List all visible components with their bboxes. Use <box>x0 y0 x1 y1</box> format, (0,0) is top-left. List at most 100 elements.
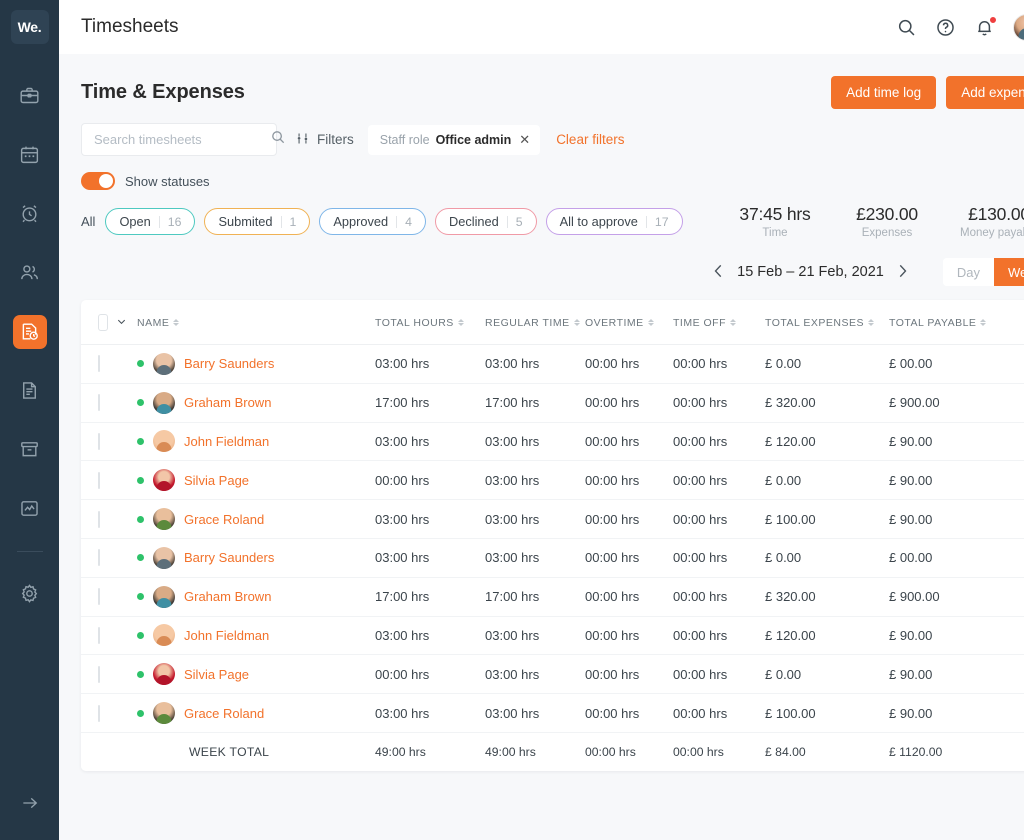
sidebar-item-time-tracking[interactable] <box>13 197 47 231</box>
search-icon[interactable] <box>896 17 917 38</box>
row-menu-icon[interactable]: ⋯ <box>1015 432 1024 447</box>
user-menu[interactable] <box>1013 14 1024 41</box>
sidebar-item-people[interactable] <box>13 256 47 290</box>
add-time-log-button[interactable]: Add time log <box>831 76 936 109</box>
row-menu-icon[interactable]: ⋯ <box>1015 704 1024 719</box>
employee-name-link[interactable]: Barry Saunders <box>184 356 274 371</box>
status-pill[interactable]: Approved 4 <box>319 208 426 235</box>
filter-chip-staff-role[interactable]: Staff role Office admin ✕ <box>368 125 540 155</box>
status-pill-count: 1 <box>290 215 297 229</box>
show-statuses-toggle[interactable] <box>81 172 115 190</box>
row-checkbox[interactable] <box>98 588 100 605</box>
employee-name-link[interactable]: Grace Roland <box>184 706 264 721</box>
cell-overtime: 00:00 hrs <box>585 500 673 539</box>
table-row[interactable]: John Fieldman03:00 hrs03:00 hrs00:00 hrs… <box>81 616 1024 655</box>
row-menu-icon[interactable]: ⋯ <box>1015 549 1024 564</box>
sort-icon[interactable] <box>458 319 464 326</box>
row-checkbox[interactable] <box>98 472 100 489</box>
sidebar-item-reports[interactable] <box>13 492 47 526</box>
employee-name-link[interactable]: Barry Saunders <box>184 550 274 565</box>
column-header-time-off[interactable]: TIME OFF <box>673 300 765 345</box>
chevron-down-icon[interactable] <box>116 316 127 330</box>
table-row[interactable]: Grace Roland03:00 hrs03:00 hrs00:00 hrs0… <box>81 500 1024 539</box>
view-mode-day[interactable]: Day <box>943 258 994 286</box>
employee-name-link[interactable]: John Fieldman <box>184 434 269 449</box>
close-icon[interactable]: ✕ <box>519 133 530 146</box>
app-logo[interactable]: We. <box>11 10 49 44</box>
sort-icon[interactable] <box>648 319 654 326</box>
row-checkbox[interactable] <box>98 394 100 411</box>
row-checkbox[interactable] <box>98 433 100 450</box>
employee-name-link[interactable]: Silvia Page <box>184 667 249 682</box>
sidebar-item-briefcase[interactable] <box>13 79 47 113</box>
row-checkbox[interactable] <box>98 355 100 372</box>
employee-name-link[interactable]: Silvia Page <box>184 473 249 488</box>
bell-icon[interactable] <box>974 17 995 38</box>
search-input[interactable] <box>94 132 270 147</box>
sidebar-expand-button[interactable] <box>0 793 59 818</box>
sort-icon[interactable] <box>868 319 874 326</box>
sort-icon[interactable] <box>730 319 736 326</box>
add-expense-button[interactable]: Add expense <box>946 76 1024 109</box>
row-menu-icon[interactable]: ⋯ <box>1015 510 1024 525</box>
row-checkbox[interactable] <box>98 666 100 683</box>
row-checkbox[interactable] <box>98 705 100 722</box>
column-header-total-expenses[interactable]: TOTAL EXPENSES <box>765 300 889 345</box>
row-menu-icon[interactable]: ⋯ <box>1015 626 1024 641</box>
sort-icon[interactable] <box>574 319 580 326</box>
column-header-regular-time[interactable]: REGULAR TIME <box>485 300 585 345</box>
column-label: NAME <box>137 317 169 329</box>
filters-button[interactable]: Filters <box>295 131 354 149</box>
sidebar-item-documents[interactable] <box>13 374 47 408</box>
row-checkbox[interactable] <box>98 511 100 528</box>
total-row-menu-icon[interactable]: ⋯ <box>1015 743 1024 758</box>
table-row[interactable]: Grace Roland03:00 hrs03:00 hrs00:00 hrs0… <box>81 694 1024 733</box>
sort-icon[interactable] <box>173 319 179 326</box>
cell-total-hours: 17:00 hrs <box>375 383 485 422</box>
sidebar-item-timesheets[interactable] <box>13 315 47 349</box>
cell-total-expenses: £ 0.00 <box>765 461 889 500</box>
row-checkbox[interactable] <box>98 549 100 566</box>
row-menu-icon[interactable]: ⋯ <box>1015 394 1024 409</box>
column-header-total-hours[interactable]: TOTAL HOURS <box>375 300 485 345</box>
sidebar-item-calendar[interactable] <box>13 138 47 172</box>
employee-name-link[interactable]: Graham Brown <box>184 589 271 604</box>
row-menu-icon[interactable]: ⋯ <box>1015 665 1024 680</box>
clear-filters-button[interactable]: Clear filters <box>556 132 624 147</box>
status-pill[interactable]: Declined 5 <box>435 208 537 235</box>
status-pill[interactable]: Submited 1 <box>204 208 310 235</box>
row-name-cell: Graham Brown <box>127 577 375 616</box>
table-row[interactable]: Graham Brown17:00 hrs17:00 hrs00:00 hrs0… <box>81 577 1024 616</box>
sidebar-item-archive[interactable] <box>13 433 47 467</box>
column-header-total-payable[interactable]: TOTAL PAYABLE <box>889 300 1015 345</box>
row-menu-icon[interactable]: ⋯ <box>1015 588 1024 603</box>
search-box[interactable] <box>81 123 277 156</box>
help-circle-icon[interactable] <box>935 17 956 38</box>
sidebar-item-settings[interactable] <box>13 577 47 611</box>
employee-name-link[interactable]: John Fieldman <box>184 628 269 643</box>
row-select-cell <box>81 345 127 384</box>
search-icon[interactable] <box>270 129 286 150</box>
employee-name-link[interactable]: Grace Roland <box>184 512 264 527</box>
status-pill-all[interactable]: All <box>81 214 95 229</box>
table-row[interactable]: Barry Saunders03:00 hrs03:00 hrs00:00 hr… <box>81 538 1024 577</box>
view-mode-week[interactable]: Week <box>994 258 1024 286</box>
column-header-name[interactable]: NAME <box>127 300 375 345</box>
row-menu-icon[interactable]: ⋯ <box>1015 355 1024 370</box>
row-checkbox[interactable] <box>98 627 100 644</box>
table-row[interactable]: Silvia Page00:00 hrs03:00 hrs00:00 hrs00… <box>81 655 1024 694</box>
column-header-overtime[interactable]: OVERTIME <box>585 300 673 345</box>
select-all-checkbox[interactable] <box>98 314 108 331</box>
row-menu-icon[interactable]: ⋯ <box>1015 471 1024 486</box>
stat-value: £130.00 <box>943 204 1024 225</box>
status-pill[interactable]: All to approve 17 <box>546 208 683 235</box>
table-row[interactable]: Barry Saunders03:00 hrs03:00 hrs00:00 hr… <box>81 345 1024 384</box>
table-row[interactable]: Silvia Page00:00 hrs03:00 hrs00:00 hrs00… <box>81 461 1024 500</box>
employee-name-link[interactable]: Graham Brown <box>184 395 271 410</box>
table-row[interactable]: John Fieldman03:00 hrs03:00 hrs00:00 hrs… <box>81 422 1024 461</box>
sort-icon[interactable] <box>980 319 986 326</box>
chevron-left-icon[interactable] <box>712 264 725 281</box>
chevron-right-icon[interactable] <box>896 264 909 281</box>
table-row[interactable]: Graham Brown17:00 hrs17:00 hrs00:00 hrs0… <box>81 383 1024 422</box>
status-pill[interactable]: Open 16 <box>105 208 195 235</box>
